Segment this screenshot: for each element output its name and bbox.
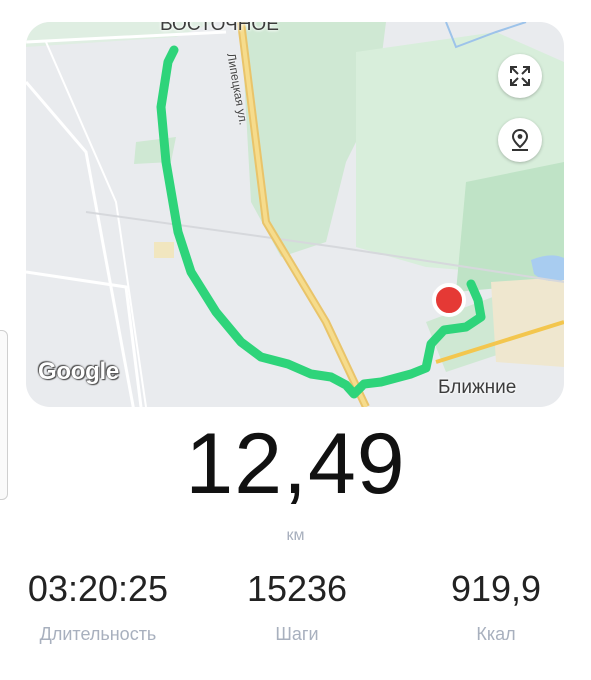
google-logo: Google [38, 358, 119, 385]
stat-calories-label: Ккал [476, 624, 516, 644]
route-end-marker [432, 283, 466, 317]
expand-arrows-icon [510, 66, 530, 86]
building [154, 242, 174, 258]
place-label-vostochnoe: ВОСТОЧНОЕ [160, 22, 279, 35]
location-pin-icon [511, 128, 529, 151]
stat-calories-value: 919,9 [450, 568, 542, 609]
map-canvas [26, 22, 564, 407]
place-label-blizhnie: Ближние [438, 377, 517, 398]
expand-map-button[interactable] [498, 54, 542, 98]
sand-area [491, 277, 564, 367]
stat-steps: 15236 Шаги [207, 568, 387, 645]
route-map[interactable]: ВОСТОЧНОЕ Липецкая ул. Ближние Google [26, 22, 564, 407]
distance-unit: км [286, 527, 305, 544]
locate-button[interactable] [498, 118, 542, 162]
minor-road [26, 270, 143, 407]
distance-value: 12,49 [185, 416, 406, 512]
stat-calories: 919,9 Ккал [406, 568, 586, 645]
stat-duration: 03:20:25 Длительность [8, 568, 188, 645]
stat-duration-value: 03:20:25 [27, 568, 169, 609]
stat-steps-label: Шаги [275, 624, 319, 644]
minor-road [45, 41, 147, 407]
stat-duration-label: Длительность [39, 624, 157, 644]
stat-steps-value: 15236 [246, 568, 348, 609]
